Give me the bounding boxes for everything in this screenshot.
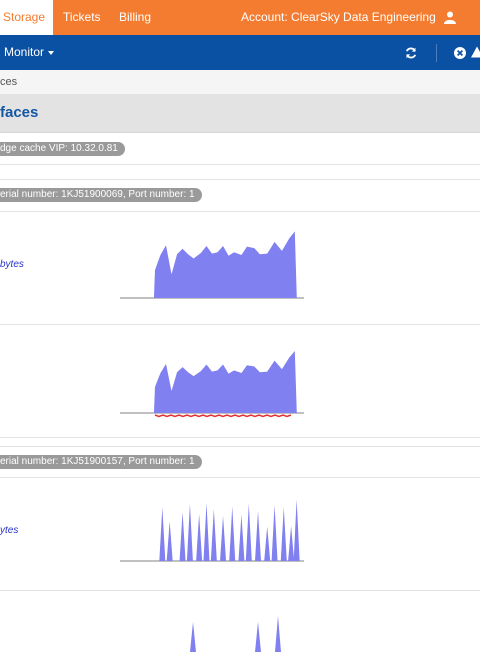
- secondary-navbar: Monitor: [0, 35, 480, 70]
- traffic-chart-2: [120, 350, 304, 418]
- traffic-chart-4: [190, 616, 281, 652]
- caret-down-icon: [48, 50, 55, 55]
- panel-header: erial number: 1KJ51900069, Port number: …: [0, 188, 202, 202]
- chart-spike: [255, 622, 261, 652]
- divider: [0, 164, 480, 165]
- divider: [0, 590, 480, 591]
- monitor-menu-label: Monitor: [4, 45, 45, 59]
- traffic-chart-1: [120, 231, 304, 299]
- divider: [0, 211, 480, 212]
- nav-tickets[interactable]: Tickets: [63, 0, 101, 35]
- account-label[interactable]: Account: ClearSky Data Engineering: [241, 0, 436, 35]
- panel-header: erial number: 1KJ51900157, Port number: …: [0, 455, 202, 469]
- divider: [0, 324, 480, 325]
- chart-spike: [275, 616, 281, 652]
- divider: [0, 437, 480, 438]
- chart-spike: [190, 622, 196, 652]
- traffic-chart-3: [120, 499, 304, 562]
- nav-billing[interactable]: Billing: [119, 0, 151, 35]
- divider: [0, 446, 480, 447]
- user-icon[interactable]: [444, 11, 456, 24]
- chart-area-series: [153, 231, 297, 298]
- chart-area-series: [159, 499, 300, 561]
- metric-label[interactable]: bytes: [0, 259, 24, 270]
- toolbar-divider: [436, 44, 437, 62]
- breadcrumb-item[interactable]: ces: [0, 76, 17, 88]
- warning-icon[interactable]: [471, 46, 480, 58]
- divider: [0, 179, 480, 180]
- chart-area-series: [153, 350, 297, 413]
- chart-line-series-outbound: [154, 414, 292, 418]
- breadcrumb: ces: [0, 70, 480, 94]
- divider: [0, 477, 480, 478]
- refresh-icon[interactable]: [405, 47, 417, 59]
- page-title: faces: [0, 94, 480, 133]
- nav-storage[interactable]: Storage: [0, 0, 53, 35]
- top-navbar: Storage Tickets Billing Account: ClearSk…: [0, 0, 480, 35]
- edge-cache-badge: dge cache VIP: 10.32.0.81: [0, 142, 125, 156]
- metric-label[interactable]: ytes: [0, 525, 18, 536]
- monitor-menu[interactable]: Monitor: [4, 35, 55, 70]
- close-circle-icon[interactable]: [454, 47, 466, 59]
